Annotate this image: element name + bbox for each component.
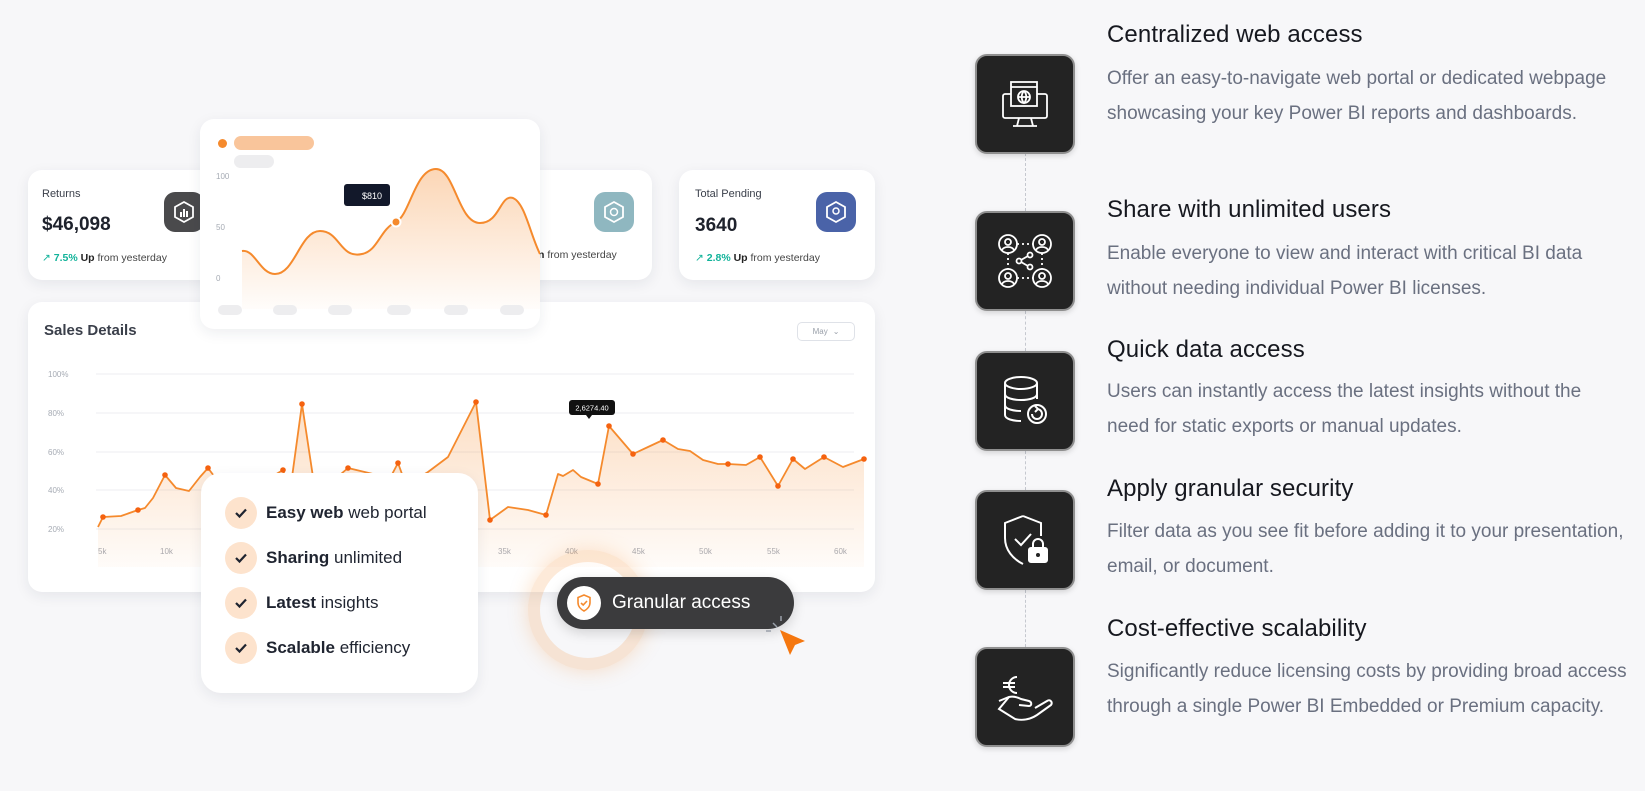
stat-label: Returns [42, 188, 81, 200]
y-tick: 50 [216, 223, 225, 232]
cursor-icon [766, 616, 805, 655]
checklist-bold: Latest [266, 593, 317, 612]
trend-suffix: from yesterday [97, 252, 167, 264]
check-icon [225, 632, 257, 664]
mini-chart-card: 100 50 0 $810 [200, 119, 540, 329]
checklist-rest: insights [316, 593, 379, 612]
database-refresh-icon [975, 351, 1075, 451]
timeline-connector [1025, 590, 1026, 647]
y-tick: 100 [216, 172, 230, 181]
checklist-rest: unlimited [329, 548, 403, 567]
feature-description: Enable everyone to view and interact wit… [1107, 243, 1583, 299]
y-tick: 40% [48, 486, 64, 495]
stat-trend: ↗ 2.8% Up from yesterday [695, 252, 820, 264]
checklist-item: Sharing unlimited [225, 542, 402, 574]
hexagon-badge-icon [816, 192, 856, 232]
checklist-bold: Easy web [266, 503, 344, 522]
feature-title: Apply granular security [1107, 475, 1354, 502]
check-icon [225, 497, 257, 529]
users-share-icon [975, 211, 1075, 311]
granular-access-pill[interactable]: Granular access [557, 577, 794, 629]
stat-value: $46,098 [42, 214, 111, 235]
stat-trend: n from yesterday [538, 249, 617, 261]
timeline-connector [1025, 311, 1026, 351]
trend-suffix: from yesterday [547, 249, 617, 261]
trend-percent: 2.8% [706, 252, 731, 264]
shield-lock-icon [975, 490, 1075, 590]
checklist-item: Easy web web portal [225, 497, 427, 529]
mini-area [242, 169, 540, 309]
timeline-connector [1025, 451, 1026, 490]
feature-title: Share with unlimited users [1107, 196, 1392, 223]
check-icon [225, 587, 257, 619]
check-icon [225, 542, 257, 574]
granular-access-label: Granular access [612, 592, 751, 613]
mini-line-chart: 100 50 0 $810 [216, 167, 540, 315]
y-tick: 0 [216, 274, 221, 283]
feature-title: Cost-effective scalability [1107, 615, 1367, 642]
y-tick: 60% [48, 448, 64, 457]
feature-title: Centralized web access [1107, 21, 1363, 48]
timeline-connector [1025, 153, 1026, 211]
stat-card-total-pending: Total Pending 3640 ↗ 2.8% Up from yester… [679, 170, 875, 280]
y-tick: 20% [48, 525, 64, 534]
y-tick: 100% [48, 370, 68, 379]
checklist-text: Sharing unlimited [266, 548, 402, 568]
shield-check-icon [567, 586, 601, 620]
checklist-text: Latest insights [266, 593, 378, 613]
feature-title: Quick data access [1107, 336, 1305, 363]
trend-up-icon: ↗ [695, 252, 704, 264]
hand-euro-icon [975, 647, 1075, 747]
sales-tooltip: 2,6274.40 [569, 400, 615, 419]
checklist-card: Easy web web portal Sharing unlimited La… [201, 473, 478, 693]
hexagon-chart-icon [164, 192, 204, 232]
checklist-rest: efficiency [335, 638, 411, 657]
checklist-bold: Scalable [266, 638, 335, 657]
feature-description: Offer an easy-to-navigate web portal or … [1107, 68, 1607, 124]
stat-value: 3640 [695, 215, 738, 236]
stat-trend: ↗ 7.5% Up from yesterday [42, 252, 167, 264]
box-icon [594, 192, 634, 232]
mini-point [390, 216, 402, 228]
sales-tooltip-value: 2,6274.40 [575, 404, 608, 413]
mini-tooltip-value: $810 [362, 191, 382, 201]
trend-up-icon: ↗ [42, 252, 51, 264]
monitor-globe-icon [975, 54, 1075, 154]
stat-label: Total Pending [695, 188, 762, 200]
checklist-item: Scalable efficiency [225, 632, 410, 664]
checklist-bold: Sharing [266, 548, 330, 567]
feature-description: Users can instantly access the latest in… [1107, 381, 1582, 437]
y-tick: 80% [48, 409, 64, 418]
feature-description: Significantly reduce licensing costs by … [1107, 661, 1627, 717]
mini-tooltip: $810 [344, 184, 390, 206]
checklist-text: Scalable efficiency [266, 638, 410, 658]
trend-direction: Up [733, 252, 748, 264]
trend-percent: 7.5% [53, 252, 78, 264]
checklist-rest: web portal [343, 503, 427, 522]
trend-suffix: from yesterday [750, 252, 820, 264]
checklist-item: Latest insights [225, 587, 378, 619]
checklist-text: Easy web web portal [266, 503, 427, 523]
trend-direction: Up [80, 252, 95, 264]
feature-description: Filter data as you see fit before adding… [1107, 521, 1624, 577]
